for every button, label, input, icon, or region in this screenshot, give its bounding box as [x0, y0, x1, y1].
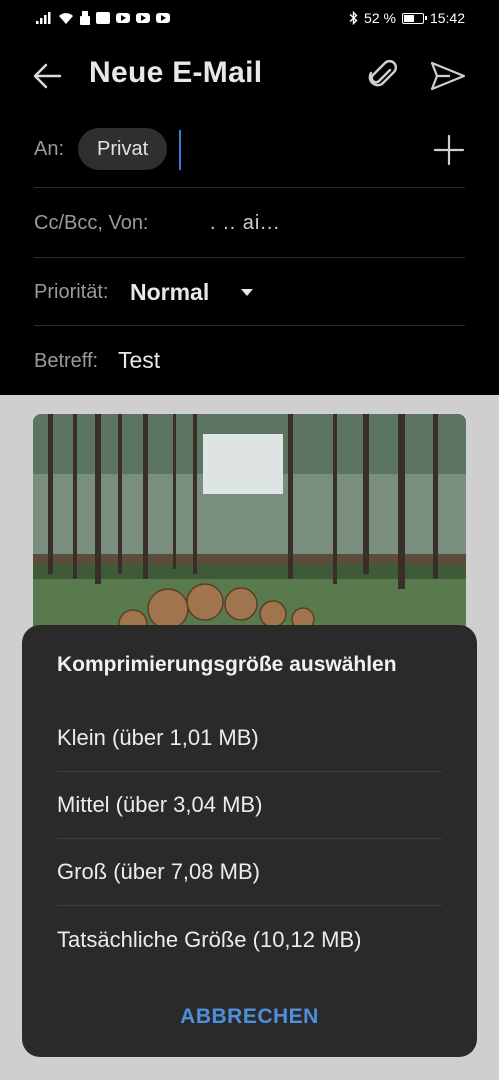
battery-fill [403, 14, 415, 22]
cc-bcc-field[interactable]: Cc/Bcc, Von: . .. ai... [34, 188, 465, 258]
subject-value[interactable]: Test [118, 347, 160, 374]
youtube-icon [116, 13, 130, 23]
wifi-icon [59, 12, 73, 24]
from-address: . .. ai... [210, 212, 281, 234]
to-field[interactable]: An: Privat [34, 118, 465, 188]
dialog-title: Komprimierungsgröße auswählen [57, 653, 397, 676]
priority-value[interactable]: Normal [130, 279, 209, 306]
usb-icon [80, 11, 90, 25]
status-right: 52 % 15:42 [349, 10, 465, 26]
compression-dialog: Komprimierungsgröße auswählen Klein (übe… [22, 625, 477, 1057]
page-title: Neue E-Mail [89, 56, 263, 89]
cancel-button[interactable]: ABBRECHEN [22, 1005, 477, 1029]
clock: 15:42 [429, 10, 465, 26]
text-cursor [179, 130, 181, 170]
arrow-left-icon[interactable] [30, 58, 66, 94]
cc-bcc-label: Cc/Bcc, Von: [34, 212, 149, 234]
option-medium[interactable]: Mittel (über 3,04 MB) [57, 772, 442, 839]
priority-label: Priorität: [34, 281, 109, 303]
subject-label: Betreff: [34, 350, 99, 372]
paperclip-icon[interactable] [364, 56, 402, 94]
option-small[interactable]: Klein (über 1,01 MB) [57, 705, 442, 772]
youtube-icon [136, 13, 150, 23]
signal-icon [36, 12, 51, 24]
battery-percent: 52 % [364, 10, 396, 26]
youtube-icon [156, 13, 170, 23]
recipient-chip[interactable]: Privat [78, 128, 168, 170]
battery-icon [401, 12, 427, 24]
option-large[interactable]: Groß (über 7,08 MB) [57, 839, 442, 906]
send-icon[interactable] [428, 58, 468, 94]
status-bar: 52 % 15:42 [0, 0, 499, 36]
huawei-icon [96, 12, 110, 24]
plus-icon[interactable] [433, 134, 465, 166]
subject-field[interactable]: Betreff: Test [34, 326, 465, 394]
dropdown-arrow-icon[interactable] [241, 289, 253, 296]
status-left [36, 11, 170, 25]
to-label: An: [34, 138, 65, 160]
priority-field[interactable]: Priorität: Normal [34, 258, 465, 326]
app-header: Neue E-Mail [0, 36, 499, 116]
option-actual-size[interactable]: Tatsächliche Größe (10,12 MB) [57, 906, 442, 973]
bluetooth-icon [349, 11, 358, 25]
